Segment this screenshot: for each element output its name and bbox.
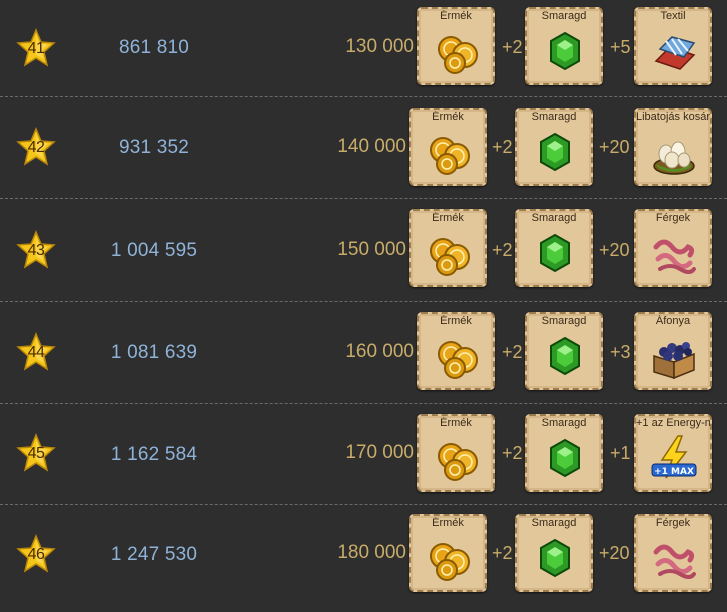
reward-label: Érmék (440, 417, 472, 429)
coin-reward: 180 000 (337, 542, 406, 563)
coin-reward: 150 000 (337, 239, 406, 260)
reward-label: Smaragd (541, 417, 587, 429)
svg-text:+1 MAX: +1 MAX (654, 467, 694, 477)
reward-label: Smaragd (541, 315, 587, 327)
coins-icon (433, 27, 481, 75)
coins-icon (425, 229, 473, 277)
level-star-icon: 46 (16, 534, 56, 574)
reward-qty: +3 (610, 342, 631, 362)
textile-icon (650, 27, 698, 75)
reward-card-coins: Érmék (417, 7, 495, 85)
reward-card-emerald: Smaragd (525, 312, 603, 390)
reward-qty: +2 (492, 137, 513, 157)
reward-card-item: +1 az Energy-nek +1 MAX (634, 414, 712, 492)
reward-label: Érmék (432, 111, 464, 123)
reward-label: +1 az Energy-nek (636, 417, 710, 429)
reward-qty: +2 (502, 443, 523, 463)
xp-value: 1 004 595 (110, 240, 198, 261)
reward-label: Libatojás kosár (636, 111, 710, 123)
level-star-icon: 42 (16, 127, 56, 167)
level-star-icon: 41 (16, 28, 56, 68)
coin-reward: 170 000 (345, 442, 414, 463)
reward-card-emerald: Smaragd (515, 108, 593, 186)
reward-card-item: Textil (634, 7, 712, 85)
reward-label: Textil (660, 10, 686, 22)
reward-qty: +2 (492, 543, 513, 563)
coins-icon (425, 534, 473, 582)
xp-value: 861 810 (118, 37, 190, 58)
level-row: 42 931 352 140 000 Érmék +2 Smaragd +20 … (0, 97, 727, 199)
reward-card-coins: Érmék (417, 312, 495, 390)
reward-card-emerald: Smaragd (515, 514, 593, 592)
level-rewards-table: 41 861 810 130 000 Érmék +2 Smaragd +5 T… (0, 0, 727, 612)
reward-label: Smaragd (531, 517, 577, 529)
reward-card-coins: Érmék (409, 209, 487, 287)
reward-card-emerald: Smaragd (515, 209, 593, 287)
emerald-icon (531, 229, 579, 277)
level-star-icon: 45 (16, 433, 56, 473)
level-row: 46 1 247 530 180 000 Érmék +2 Smaragd +2… (0, 505, 727, 612)
emerald-icon (531, 128, 579, 176)
reward-label: Smaragd (531, 212, 577, 224)
xp-value: 1 081 639 (110, 342, 198, 363)
reward-label: Smaragd (531, 111, 577, 123)
egg-basket-icon (650, 128, 698, 176)
emerald-icon (541, 332, 589, 380)
reward-qty: +2 (502, 342, 523, 362)
level-star-icon: 44 (16, 332, 56, 372)
reward-label: Érmék (440, 315, 472, 327)
coins-icon (433, 434, 481, 482)
coins-icon (425, 128, 473, 176)
level-row: 43 1 004 595 150 000 Érmék +2 Smaragd +2… (0, 199, 727, 302)
level-row: 45 1 162 584 170 000 Érmék +2 Smaragd +1… (0, 404, 727, 505)
level-number: 42 (27, 139, 45, 156)
reward-card-item: Áfonya (634, 312, 712, 390)
emerald-icon (541, 434, 589, 482)
coins-icon (433, 332, 481, 380)
reward-qty: +20 (599, 240, 630, 260)
level-number: 44 (27, 344, 45, 361)
reward-label: Érmék (432, 212, 464, 224)
reward-card-coins: Érmék (409, 514, 487, 592)
reward-card-item: Férgek (634, 209, 712, 287)
xp-value: 1 162 584 (110, 444, 198, 465)
reward-label: Áfonya (655, 315, 691, 327)
reward-card-item: Libatojás kosár (634, 108, 712, 186)
reward-label: Smaragd (541, 10, 587, 22)
coin-reward: 140 000 (337, 136, 406, 157)
level-number: 45 (27, 445, 45, 462)
worms-icon (650, 229, 698, 277)
coin-reward: 130 000 (345, 36, 414, 57)
reward-label: Érmék (440, 10, 472, 22)
reward-card-item: Férgek (634, 514, 712, 592)
reward-qty: +2 (502, 37, 523, 57)
level-row: 41 861 810 130 000 Érmék +2 Smaragd +5 T… (0, 0, 727, 97)
blueberry-crate-icon (650, 332, 698, 380)
level-row: 44 1 081 639 160 000 Érmék +2 Smaragd +3… (0, 302, 727, 404)
level-number: 43 (27, 242, 45, 259)
level-star-icon: 43 (16, 230, 56, 270)
xp-value: 931 352 (118, 137, 190, 158)
reward-qty: +20 (599, 137, 630, 157)
reward-label: Férgek (655, 517, 691, 529)
reward-qty: +5 (610, 37, 631, 57)
xp-value: 1 247 530 (110, 544, 198, 565)
reward-qty: +1 (610, 443, 631, 463)
energy-max-icon: +1 MAX (650, 434, 698, 482)
level-number: 41 (27, 40, 45, 57)
reward-qty: +20 (599, 543, 630, 563)
reward-card-emerald: Smaragd (525, 7, 603, 85)
coin-reward: 160 000 (345, 341, 414, 362)
emerald-icon (541, 27, 589, 75)
reward-card-coins: Érmék (417, 414, 495, 492)
reward-qty: +2 (492, 240, 513, 260)
reward-label: Férgek (655, 212, 691, 224)
reward-card-coins: Érmék (409, 108, 487, 186)
worms-icon (650, 534, 698, 582)
reward-label: Érmék (432, 517, 464, 529)
emerald-icon (531, 534, 579, 582)
reward-card-emerald: Smaragd (525, 414, 603, 492)
level-number: 46 (27, 546, 45, 563)
